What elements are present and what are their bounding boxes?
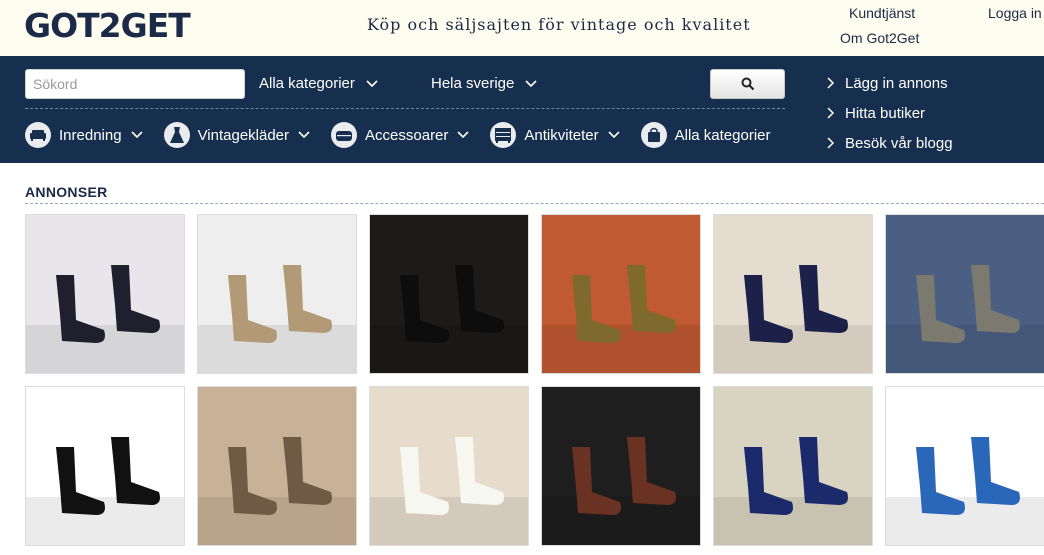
listing-image: [370, 437, 528, 545]
chevron-right-icon: [827, 77, 835, 89]
category-label: Alla kategorier: [674, 126, 771, 144]
listing-image: [714, 265, 872, 373]
listing-image: [714, 437, 872, 545]
category-label: Vintagekläder: [197, 126, 290, 144]
chevron-right-icon: [827, 137, 835, 149]
shoe-shape: [56, 275, 105, 343]
listing-image: [370, 265, 528, 373]
listing-tile[interactable]: [713, 214, 873, 374]
listing-tile[interactable]: [25, 386, 185, 546]
chevron-right-icon: [827, 107, 835, 119]
add-listing-link[interactable]: Lägg in annons: [826, 68, 953, 98]
listing-image: [542, 437, 700, 545]
listing-image: [198, 437, 356, 545]
listing-tile[interactable]: [25, 214, 185, 374]
shoe-shape: [572, 447, 621, 515]
listing-image: [26, 437, 184, 545]
shoe-shape: [744, 447, 793, 515]
find-shops-link[interactable]: Hitta butiker: [826, 98, 953, 128]
category-dropdown-label: Alla kategorier: [259, 75, 355, 92]
shoe-shape: [799, 265, 848, 333]
customer-service-link[interactable]: Kundtjänst: [849, 5, 915, 21]
shoe-shape: [283, 265, 332, 333]
listings-heading: ANNONSER: [25, 184, 108, 200]
shopping-bag-icon: [640, 122, 667, 148]
search-input[interactable]: [25, 69, 245, 99]
blog-label: Besök vår blogg: [845, 134, 953, 152]
shoe-shape: [400, 447, 449, 515]
category-accessoarer[interactable]: Accessoarer: [331, 122, 470, 148]
listing-tile[interactable]: [369, 386, 529, 546]
listing-tile[interactable]: [885, 214, 1044, 374]
shoe-shape: [916, 447, 965, 515]
login-link[interactable]: Logga in: [988, 5, 1042, 21]
shoe-shape: [56, 447, 105, 515]
site-tagline: Köp och säljsajten för vintage och kvali…: [367, 15, 751, 34]
listing-image: [886, 265, 1044, 373]
chevron-down-icon: [457, 131, 469, 139]
search-icon: [741, 77, 754, 91]
category-label: Antikviteter: [524, 126, 599, 144]
category-nav: Inredning Vintagekläder Accessoarer Anti…: [25, 121, 791, 149]
top-bar: GOT2GET Köp och säljsajten för vintage o…: [0, 0, 1044, 56]
side-links: Lägg in annons Hitta butiker Besök vår b…: [826, 68, 953, 158]
shoe-shape: [627, 265, 676, 333]
shoe-shape: [971, 437, 1020, 505]
chevron-down-icon: [608, 131, 620, 139]
find-shops-label: Hitta butiker: [845, 104, 926, 122]
region-dropdown-label: Hela sverige: [431, 75, 515, 92]
sofa-icon: [25, 122, 51, 148]
listing-tile[interactable]: [713, 386, 873, 546]
region-dropdown[interactable]: Hela sverige: [431, 75, 538, 92]
shoe-shape: [111, 437, 160, 505]
listing-tile[interactable]: [197, 214, 357, 374]
category-label: Inredning: [59, 126, 122, 144]
shoe-shape: [400, 275, 449, 343]
search-button[interactable]: [710, 69, 785, 99]
shoe-shape: [455, 265, 504, 333]
shoe-shape: [283, 437, 332, 505]
listing-tile[interactable]: [541, 386, 701, 546]
category-antikviteter[interactable]: Antikviteter: [490, 122, 620, 148]
category-alla[interactable]: Alla kategorier: [640, 122, 771, 148]
shoe-shape: [799, 437, 848, 505]
search-divider: [25, 108, 785, 109]
chevron-down-icon: [298, 131, 310, 139]
blog-link[interactable]: Besök vår blogg: [826, 128, 953, 158]
listing-tile[interactable]: [197, 386, 357, 546]
category-dropdown[interactable]: Alla kategorier: [259, 75, 379, 92]
shoe-shape: [228, 447, 277, 515]
shoe-shape: [111, 265, 160, 333]
listings-divider: [25, 203, 1044, 204]
shoe-shape: [572, 275, 621, 343]
search-band: Alla kategorier Hela sverige Inredning V…: [0, 56, 1044, 163]
about-link[interactable]: Om Got2Get: [840, 30, 919, 46]
add-listing-label: Lägg in annons: [845, 74, 948, 92]
site-logo[interactable]: GOT2GET: [24, 6, 191, 45]
chevron-down-icon: [130, 131, 143, 139]
dress-icon: [163, 122, 190, 148]
shoe-shape: [971, 265, 1020, 333]
shoe-shape: [627, 437, 676, 505]
listing-tile[interactable]: [885, 386, 1044, 546]
listing-image: [26, 265, 184, 373]
shoe-shape: [228, 275, 277, 343]
category-inredning[interactable]: Inredning: [25, 122, 144, 148]
shoe-shape: [744, 275, 793, 343]
dresser-icon: [490, 122, 517, 148]
shoe-shape: [455, 437, 504, 505]
listing-tile[interactable]: [541, 214, 701, 374]
listing-image: [886, 437, 1044, 545]
category-vintageklader[interactable]: Vintagekläder: [163, 122, 311, 148]
chevron-down-icon: [366, 79, 378, 87]
listing-image: [542, 265, 700, 373]
chevron-down-icon: [525, 79, 537, 87]
listing-tile[interactable]: [369, 214, 529, 374]
bag-icon: [331, 122, 358, 148]
listing-image: [198, 265, 356, 373]
shoe-shape: [916, 275, 965, 343]
category-label: Accessoarer: [365, 126, 449, 144]
